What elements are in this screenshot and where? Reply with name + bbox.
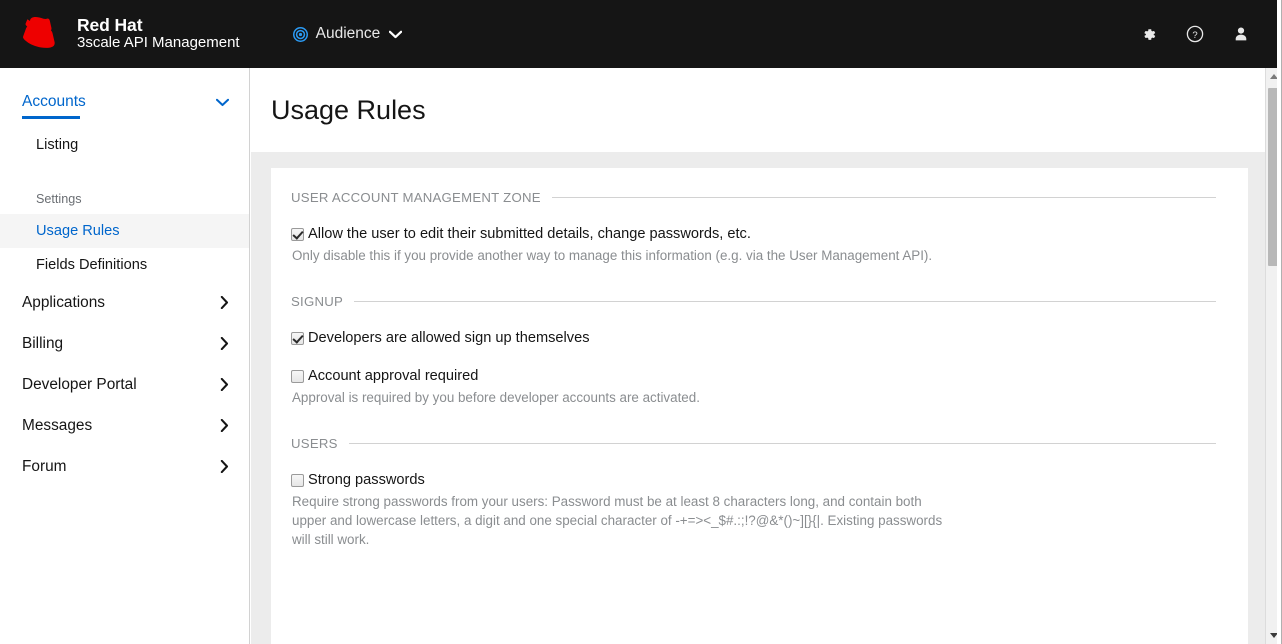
hint-strong-passwords: Require strong passwords from your users… — [292, 492, 952, 549]
section-user-account-management: USER ACCOUNT MANAGEMENT ZONE Allow the u… — [291, 190, 1216, 265]
section-legend-signup: SIGNUP — [291, 294, 1216, 309]
brand-logo[interactable]: Red Hat 3scale API Management — [22, 16, 240, 52]
sidebar-item-listing[interactable]: Listing — [0, 128, 249, 162]
sidebar-item-developer-portal[interactable]: Developer Portal — [0, 364, 249, 405]
sidebar-active-underline — [22, 116, 80, 119]
section-legend-user-account: USER ACCOUNT MANAGEMENT ZONE — [291, 190, 1216, 205]
sidebar-item-billing-label: Billing — [22, 335, 63, 353]
chevron-right-icon — [220, 460, 229, 473]
sidebar-item-usage-rules-label: Usage Rules — [36, 223, 120, 239]
brand-primary-title: Red Hat — [77, 16, 240, 36]
sidebar-item-forum[interactable]: Forum — [0, 446, 249, 487]
sidebar-item-usage-rules[interactable]: Usage Rules — [0, 214, 249, 248]
sidebar-item-developer-portal-label: Developer Portal — [22, 376, 137, 394]
section-legend-users: USERS — [291, 436, 1216, 451]
hint-account-approval: Approval is required by you before devel… — [292, 388, 1192, 407]
usage-rules-card: USER ACCOUNT MANAGEMENT ZONE Allow the u… — [271, 168, 1248, 644]
window-right-edge — [1277, 0, 1282, 644]
sidebar: Accounts Listing Settings Usage Rules Fi… — [0, 68, 250, 644]
svg-text:?: ? — [1192, 30, 1197, 41]
sidebar-item-fields-definitions[interactable]: Fields Definitions — [0, 248, 249, 282]
gear-icon — [1141, 26, 1158, 43]
checkbox-row-allow-user-edit[interactable]: Allow the user to edit their submitted d… — [291, 225, 1216, 244]
bullseye-icon — [293, 27, 308, 42]
hint-allow-user-edit: Only disable this if you provide another… — [292, 246, 1192, 265]
masthead: Red Hat 3scale API Management Audience ? — [0, 0, 1282, 68]
checkbox-allow-user-edit-label[interactable]: Allow the user to edit their submitted d… — [308, 225, 751, 244]
section-users: USERS Strong passwords Require strong pa… — [291, 436, 1216, 549]
section-signup: SIGNUP Developers are allowed sign up th… — [291, 294, 1216, 407]
chevron-right-icon — [220, 419, 229, 432]
context-switcher-label: Audience — [316, 25, 381, 43]
main-content: Usage Rules USER ACCOUNT MANAGEMENT ZONE… — [251, 68, 1265, 644]
legend-divider — [552, 197, 1216, 198]
section-legend-label: SIGNUP — [291, 294, 354, 309]
sidebar-group-settings: Settings — [0, 184, 249, 214]
sidebar-item-applications[interactable]: Applications — [0, 282, 249, 323]
page-title: Usage Rules — [271, 95, 426, 126]
checkbox-developers-signup-label[interactable]: Developers are allowed sign up themselve… — [308, 329, 590, 348]
page-header: Usage Rules — [251, 68, 1265, 152]
chevron-right-icon — [220, 378, 229, 391]
content-background: USER ACCOUNT MANAGEMENT ZONE Allow the u… — [251, 152, 1265, 644]
sidebar-item-messages-label: Messages — [22, 417, 92, 435]
checkbox-strong-passwords-label[interactable]: Strong passwords — [308, 471, 425, 490]
context-switcher-audience[interactable]: Audience — [293, 25, 403, 43]
sidebar-item-billing[interactable]: Billing — [0, 323, 249, 364]
sidebar-item-applications-label: Applications — [22, 294, 105, 312]
sidebar-item-listing-label: Listing — [36, 137, 78, 153]
help-button[interactable]: ? — [1172, 11, 1218, 57]
brand-secondary-title: 3scale API Management — [77, 35, 240, 52]
help-circle-icon: ? — [1186, 25, 1204, 43]
legend-divider — [354, 301, 1216, 302]
checkbox-account-approval-label[interactable]: Account approval required — [308, 367, 478, 386]
sidebar-item-fields-definitions-label: Fields Definitions — [36, 257, 147, 273]
checkbox-allow-user-edit[interactable] — [291, 228, 304, 241]
sidebar-item-forum-label: Forum — [22, 458, 66, 476]
legend-divider — [349, 443, 1216, 444]
section-legend-label: USERS — [291, 436, 349, 451]
user-icon — [1233, 26, 1249, 42]
checkbox-row-developers-signup[interactable]: Developers are allowed sign up themselve… — [291, 329, 1216, 348]
red-hat-logo-icon — [22, 17, 68, 51]
checkbox-developers-signup[interactable] — [291, 332, 304, 345]
sidebar-item-messages[interactable]: Messages — [0, 405, 249, 446]
sidebar-item-accounts[interactable]: Accounts — [0, 84, 249, 120]
chevron-right-icon — [220, 337, 229, 350]
chevron-down-icon — [216, 98, 229, 107]
sidebar-group-settings-label: Settings — [36, 192, 82, 206]
checkbox-account-approval[interactable] — [291, 370, 304, 383]
masthead-toolbar: ? — [1126, 11, 1264, 57]
body-area: Accounts Listing Settings Usage Rules Fi… — [0, 68, 1282, 644]
checkbox-strong-passwords[interactable] — [291, 474, 304, 487]
settings-button[interactable] — [1126, 11, 1172, 57]
checkbox-row-strong-passwords[interactable]: Strong passwords — [291, 471, 1216, 490]
chevron-down-icon — [389, 30, 402, 39]
sidebar-item-accounts-label: Accounts — [22, 93, 86, 111]
checkbox-row-account-approval[interactable]: Account approval required — [291, 367, 1216, 386]
user-account-button[interactable] — [1218, 11, 1264, 57]
section-legend-label: USER ACCOUNT MANAGEMENT ZONE — [291, 190, 552, 205]
chevron-right-icon — [220, 296, 229, 309]
